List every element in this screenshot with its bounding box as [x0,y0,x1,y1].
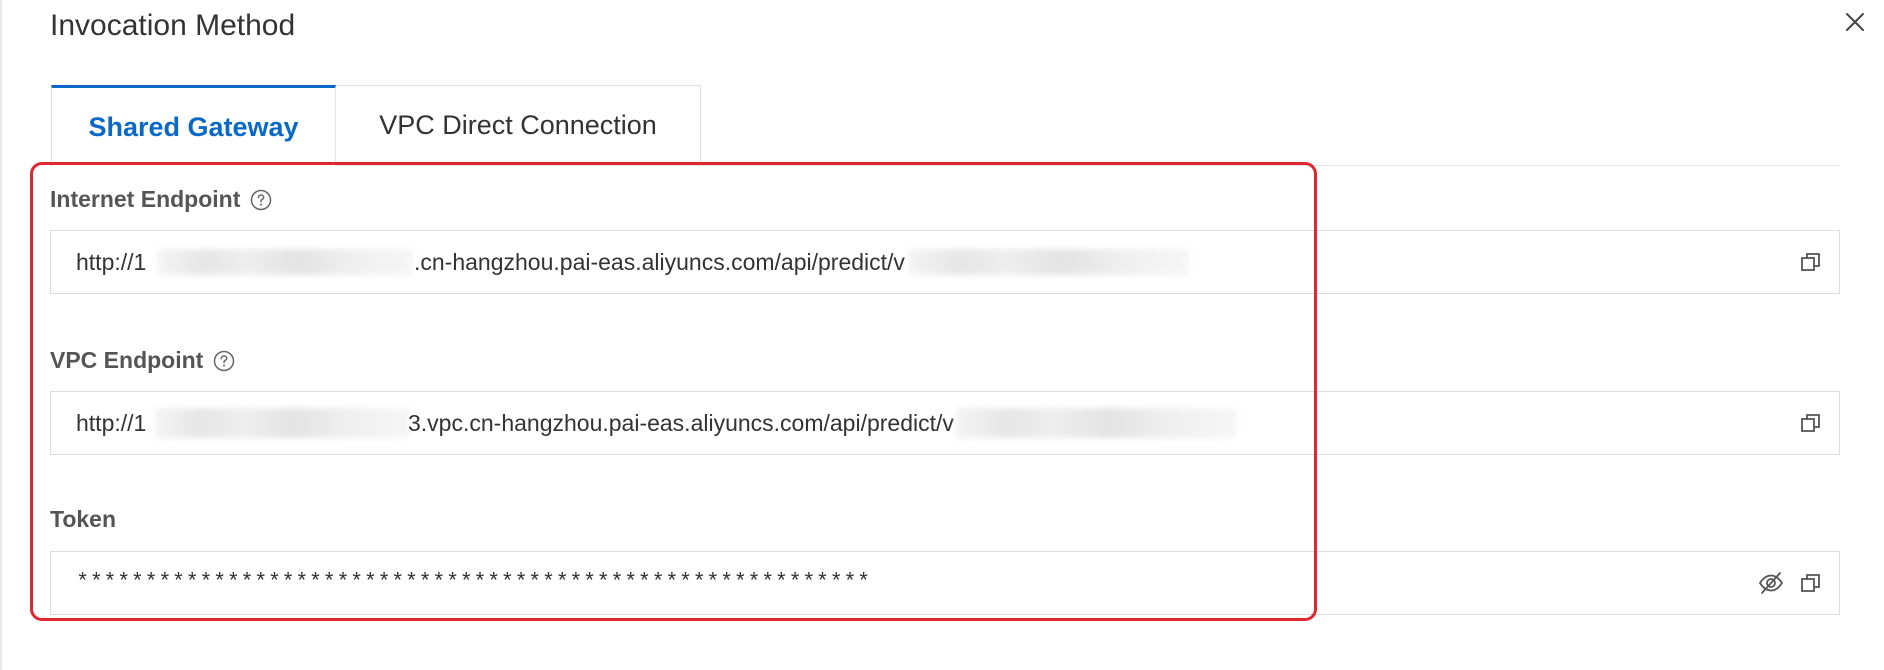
copy-internet-endpoint-button[interactable] [1797,248,1825,276]
token-label-text: Token [50,506,117,532]
internet-endpoint-prefix: http://1 [76,249,147,275]
redacted-region [158,249,413,275]
tab-vpc-direct-connection-label: VPC Direct Connection [379,110,657,140]
vpc-endpoint-field[interactable]: http://1 3.vpc.cn-hangzhou.pai-eas.aliyu… [50,391,1840,455]
copy-vpc-endpoint-button[interactable] [1797,409,1825,437]
eye-slash-icon [1758,572,1784,594]
copy-icon [1801,574,1820,592]
token-label: Token [50,506,116,533]
internet-endpoint-value: .cn-hangzhou.pai-eas.aliyuncs.com/api/pr… [414,249,905,275]
token-field[interactable]: ****************************************… [50,551,1840,615]
vpc-endpoint-label-text: VPC Endpoint [50,347,204,373]
toggle-token-visibility-button[interactable] [1757,569,1785,597]
copy-icon [1801,414,1820,432]
close-button[interactable] [1839,6,1871,38]
tab-vpc-direct-connection[interactable]: VPC Direct Connection [336,85,701,166]
dialog-title: Invocation Method [50,9,296,42]
redacted-region [155,408,410,438]
panel-left-border [0,0,2,670]
tab-shared-gateway-label: Shared Gateway [88,111,299,142]
copy-icon [1801,253,1820,271]
tab-shared-gateway[interactable]: Shared Gateway [51,85,336,166]
internet-endpoint-label-text: Internet Endpoint [50,186,241,212]
question-circle-icon[interactable] [213,350,235,372]
redacted-region [909,249,1189,275]
vpc-endpoint-label: VPC Endpoint [50,347,235,374]
vpc-endpoint-value: 3.vpc.cn-hangzhou.pai-eas.aliyuncs.com/a… [408,410,954,436]
internet-endpoint-field[interactable]: http://1 .cn-hangzhou.pai-eas.aliyuncs.c… [50,230,1840,294]
vpc-endpoint-prefix: http://1 [76,410,147,436]
token-value: ****************************************… [76,570,871,595]
copy-token-button[interactable] [1797,569,1825,597]
close-icon [1846,13,1864,31]
question-circle-icon[interactable] [250,189,272,211]
internet-endpoint-label: Internet Endpoint [50,186,272,213]
redacted-region [956,408,1236,438]
